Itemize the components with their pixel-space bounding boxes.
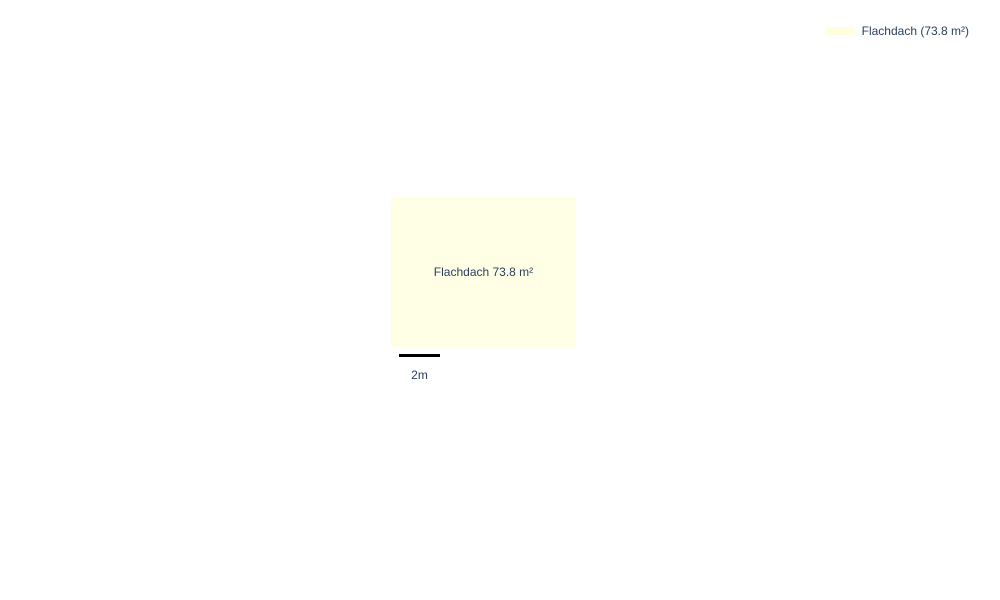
scale-bar: [399, 354, 440, 357]
roof-area-label: Flachdach 73.8 m²: [433, 265, 534, 279]
floor-plan-canvas: Flachdach (73.8 m²) Flachdach 73.8 m² 2m: [0, 0, 1000, 600]
legend-swatch-flachdach: [824, 27, 855, 35]
roof-area-flachdach: Flachdach 73.8 m²: [391, 197, 576, 347]
legend: Flachdach (73.8 m²): [824, 24, 969, 38]
scale-bar-label: 2m: [411, 368, 428, 382]
legend-label-flachdach: Flachdach (73.8 m²): [861, 24, 969, 38]
